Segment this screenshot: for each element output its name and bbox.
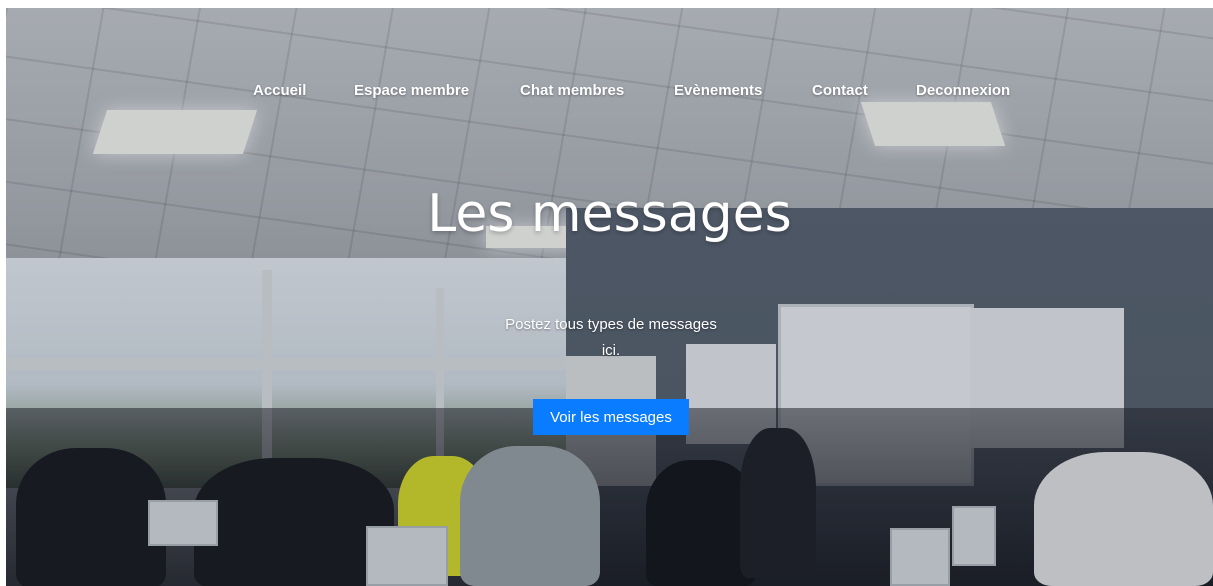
nav-item-espace-membre[interactable]: Espace membre: [354, 82, 469, 99]
view-messages-button[interactable]: Voir les messages: [533, 399, 689, 435]
nav-item-deconnexion[interactable]: Deconnexion: [916, 82, 1010, 99]
hero-subtitle: Postez tous types de messages ici.: [505, 316, 717, 359]
nav-item-contact[interactable]: Contact: [812, 82, 868, 99]
nav-item-evenements[interactable]: Evènements: [674, 82, 762, 99]
nav-item-chat-membres[interactable]: Chat membres: [520, 82, 624, 99]
hero-section: Accueil Espace membre Chat membres Evène…: [6, 8, 1213, 586]
page-title: Les messages: [427, 184, 792, 244]
nav-item-accueil[interactable]: Accueil: [253, 82, 306, 99]
